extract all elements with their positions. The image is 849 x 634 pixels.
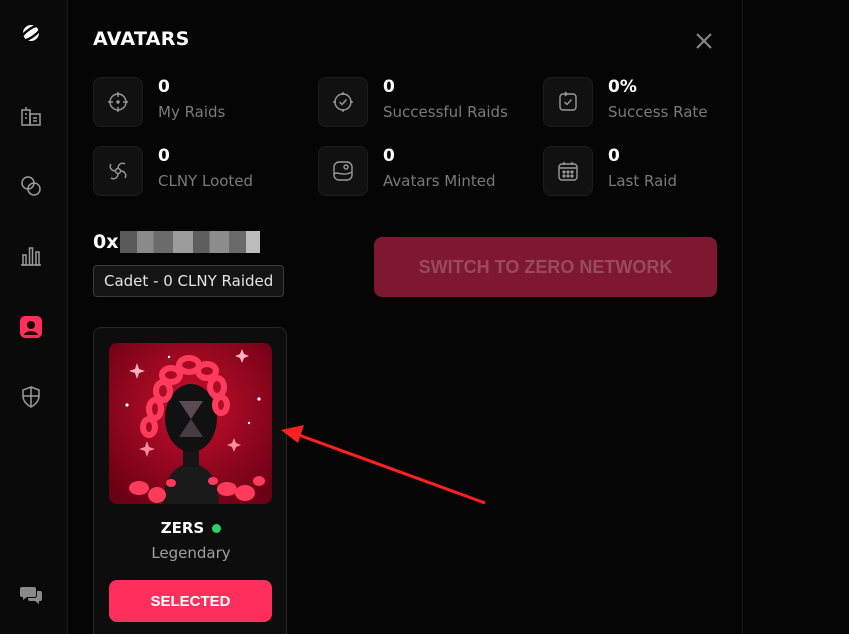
crosshair-icon <box>93 77 143 127</box>
avatars-panel: AVATARS 0 My Raids 0 Successful Raids 0%… <box>68 0 743 634</box>
right-background <box>744 0 849 634</box>
avatar-name: ZERS <box>160 519 205 537</box>
sidebar <box>0 0 68 634</box>
stat-value: 0 <box>383 77 395 97</box>
stat-clny-looted: 0 CLNY Looted <box>93 146 293 198</box>
planet-logo-icon[interactable] <box>14 16 48 50</box>
selected-button[interactable]: SELECTED <box>109 580 272 622</box>
vortex-icon <box>93 146 143 196</box>
page-title: AVATARS <box>93 28 190 50</box>
avatar-frame-icon <box>318 146 368 196</box>
stat-last-raid: 0 Last Raid <box>543 146 743 198</box>
stat-my-raids: 0 My Raids <box>93 77 293 129</box>
avatar-image <box>109 343 272 504</box>
chat-icon[interactable] <box>14 578 48 612</box>
stat-label: CLNY Looted <box>158 172 254 190</box>
avatar-card[interactable]: ZERS Legendary SELECTED <box>93 327 287 634</box>
avatar-name-row: ZERS <box>94 519 288 537</box>
stat-label: Success Rate <box>608 103 708 121</box>
stat-avatars-minted: 0 Avatars Minted <box>318 146 518 198</box>
check-target-icon <box>318 77 368 127</box>
stat-label: Avatars Minted <box>383 172 496 190</box>
stat-value: 0 <box>608 146 620 166</box>
avatar-rarity: Legendary <box>151 544 231 562</box>
bar-chart-icon[interactable] <box>14 239 48 273</box>
stat-value: 0 <box>383 146 395 166</box>
shield-icon[interactable] <box>14 380 48 414</box>
refresh-check-icon <box>543 77 593 127</box>
stat-label: Last Raid <box>608 172 677 190</box>
stat-label: Successful Raids <box>383 103 508 121</box>
stat-successful-raids: 0 Successful Raids <box>318 77 518 129</box>
buildings-icon[interactable] <box>14 99 48 133</box>
circles-icon[interactable] <box>14 169 48 203</box>
stat-label: My Raids <box>158 103 226 121</box>
stat-value: 0 <box>158 146 170 166</box>
switch-network-button[interactable]: SWITCH TO ZERO NETWORK <box>374 237 717 297</box>
online-status-dot <box>212 523 222 533</box>
close-button[interactable] <box>693 30 715 52</box>
stat-value: 0% <box>608 77 637 97</box>
rank-badge: Cadet - 0 CLNY Raided <box>93 265 285 297</box>
redacted-blur <box>120 231 261 253</box>
user-profile-icon[interactable] <box>14 310 48 344</box>
wallet-address: 0x <box>93 230 261 254</box>
stat-success-rate: 0% Success Rate <box>543 77 743 129</box>
close-icon[interactable] <box>693 30 715 52</box>
wallet-address-prefix: 0x <box>93 231 119 253</box>
calendar-icon <box>543 146 593 196</box>
stat-value: 0 <box>158 77 170 97</box>
